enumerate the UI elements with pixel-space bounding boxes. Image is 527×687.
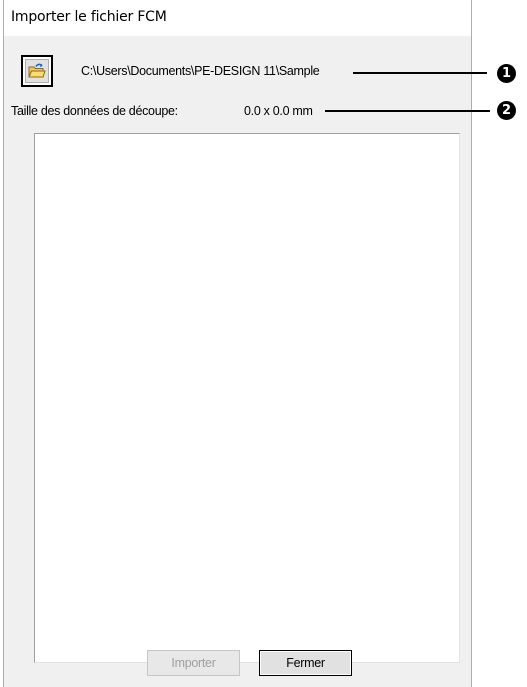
cut-data-size-value: 0.0 x 0.0 mm [244,104,313,118]
open-folder-button[interactable] [21,55,53,87]
page: Importer le fichier FCM C:\Users\Documen… [0,0,527,687]
dialog-title: Importer le fichier FCM [11,9,167,25]
open-folder-icon [28,63,46,78]
callout-number-1: 1 [501,66,512,81]
import-button-label: Importer [171,656,216,670]
preview-area [34,133,460,663]
import-fcm-dialog: Importer le fichier FCM C:\Users\Documen… [3,0,472,687]
callout-line-2 [325,110,490,112]
callout-number-2: 2 [501,103,512,118]
callout-badge-1: 1 [497,64,516,83]
cut-data-size-label: Taille des données de découpe: [11,104,178,118]
file-path-label: C:\Users\Documents\PE-DESIGN 11\Sample [81,64,320,78]
dialog-title-bar: Importer le fichier FCM [4,0,471,36]
callout-badge-2: 2 [497,101,516,120]
close-button[interactable]: Fermer [259,650,352,676]
import-button[interactable]: Importer [147,650,240,676]
callout-line-1 [353,72,487,74]
open-folder-button-face[interactable] [25,59,49,83]
close-button-label: Fermer [286,656,325,670]
